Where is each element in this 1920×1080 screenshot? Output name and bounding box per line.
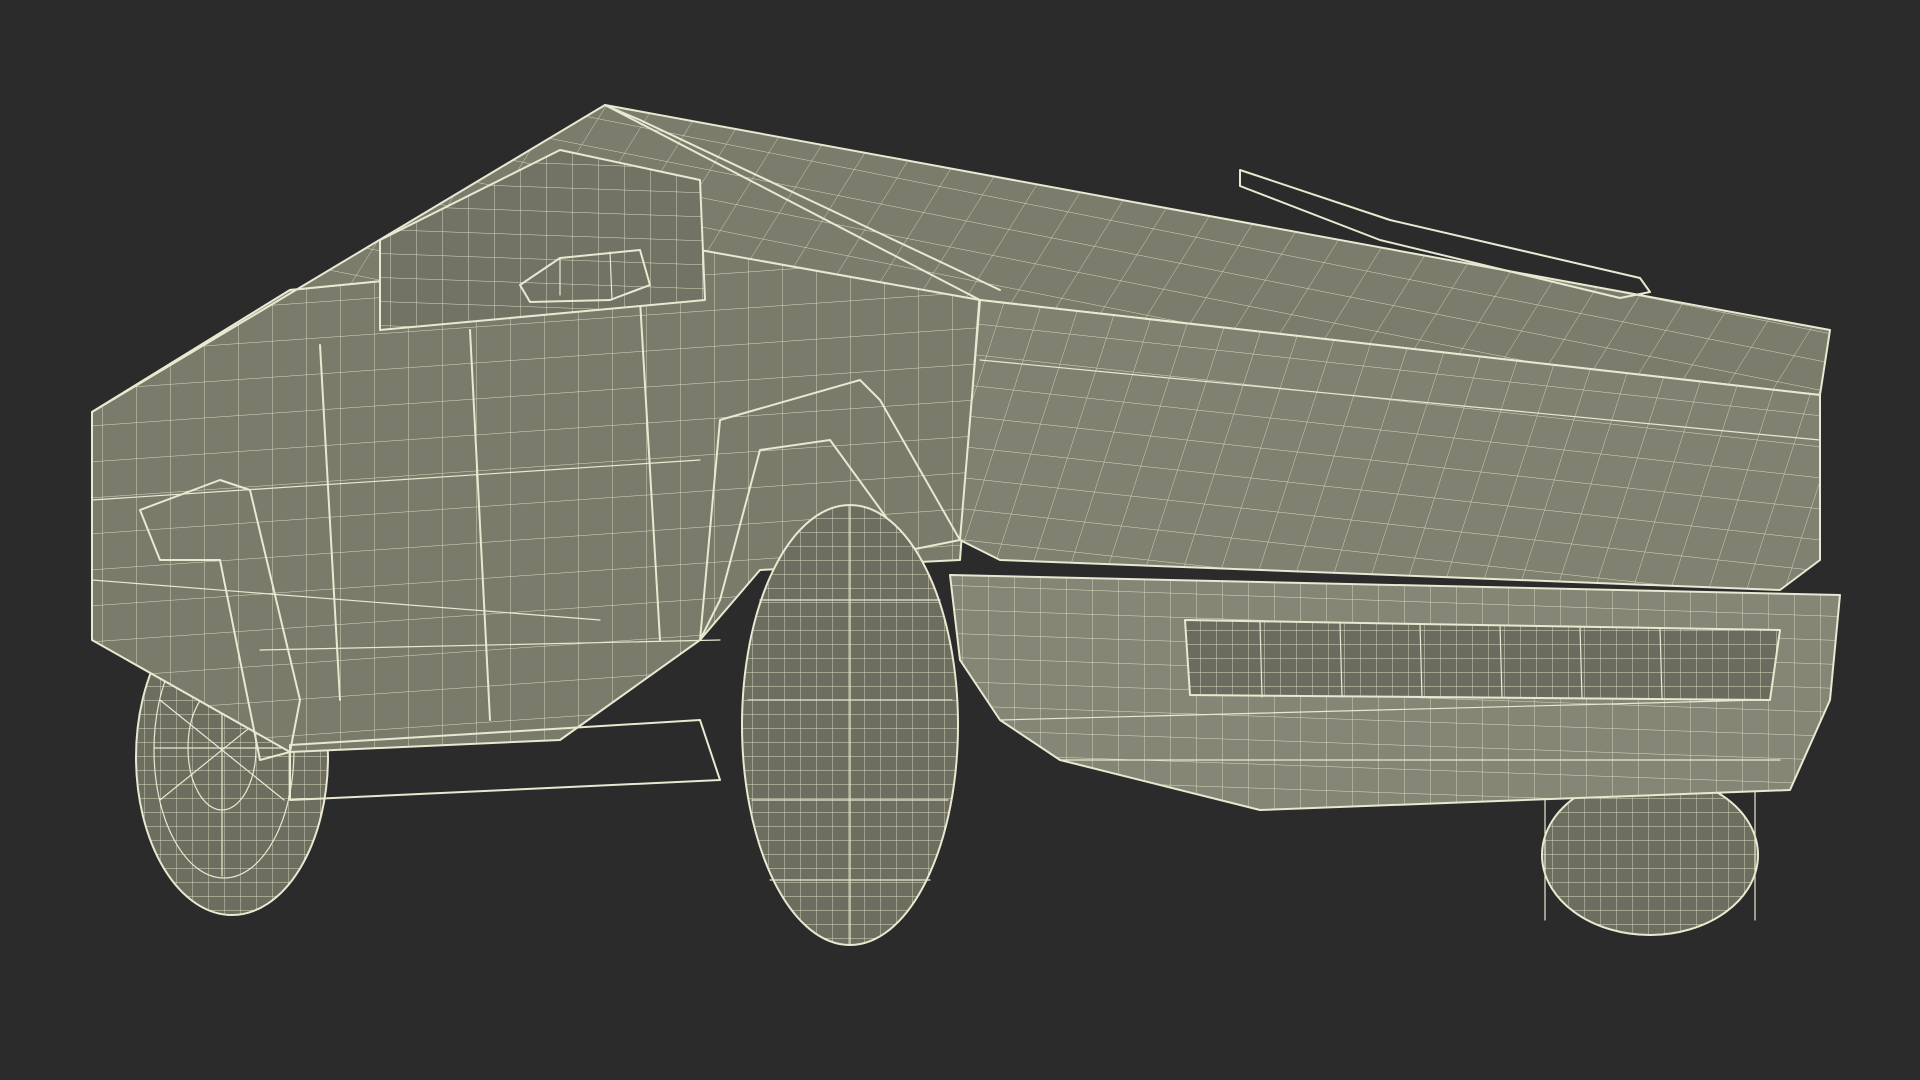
side-window [379,149,706,331]
front-grille [1184,619,1781,701]
truck-wireframe-render [91,104,1841,946]
front-left-wheel [741,504,959,946]
render-viewport [0,0,1920,1080]
